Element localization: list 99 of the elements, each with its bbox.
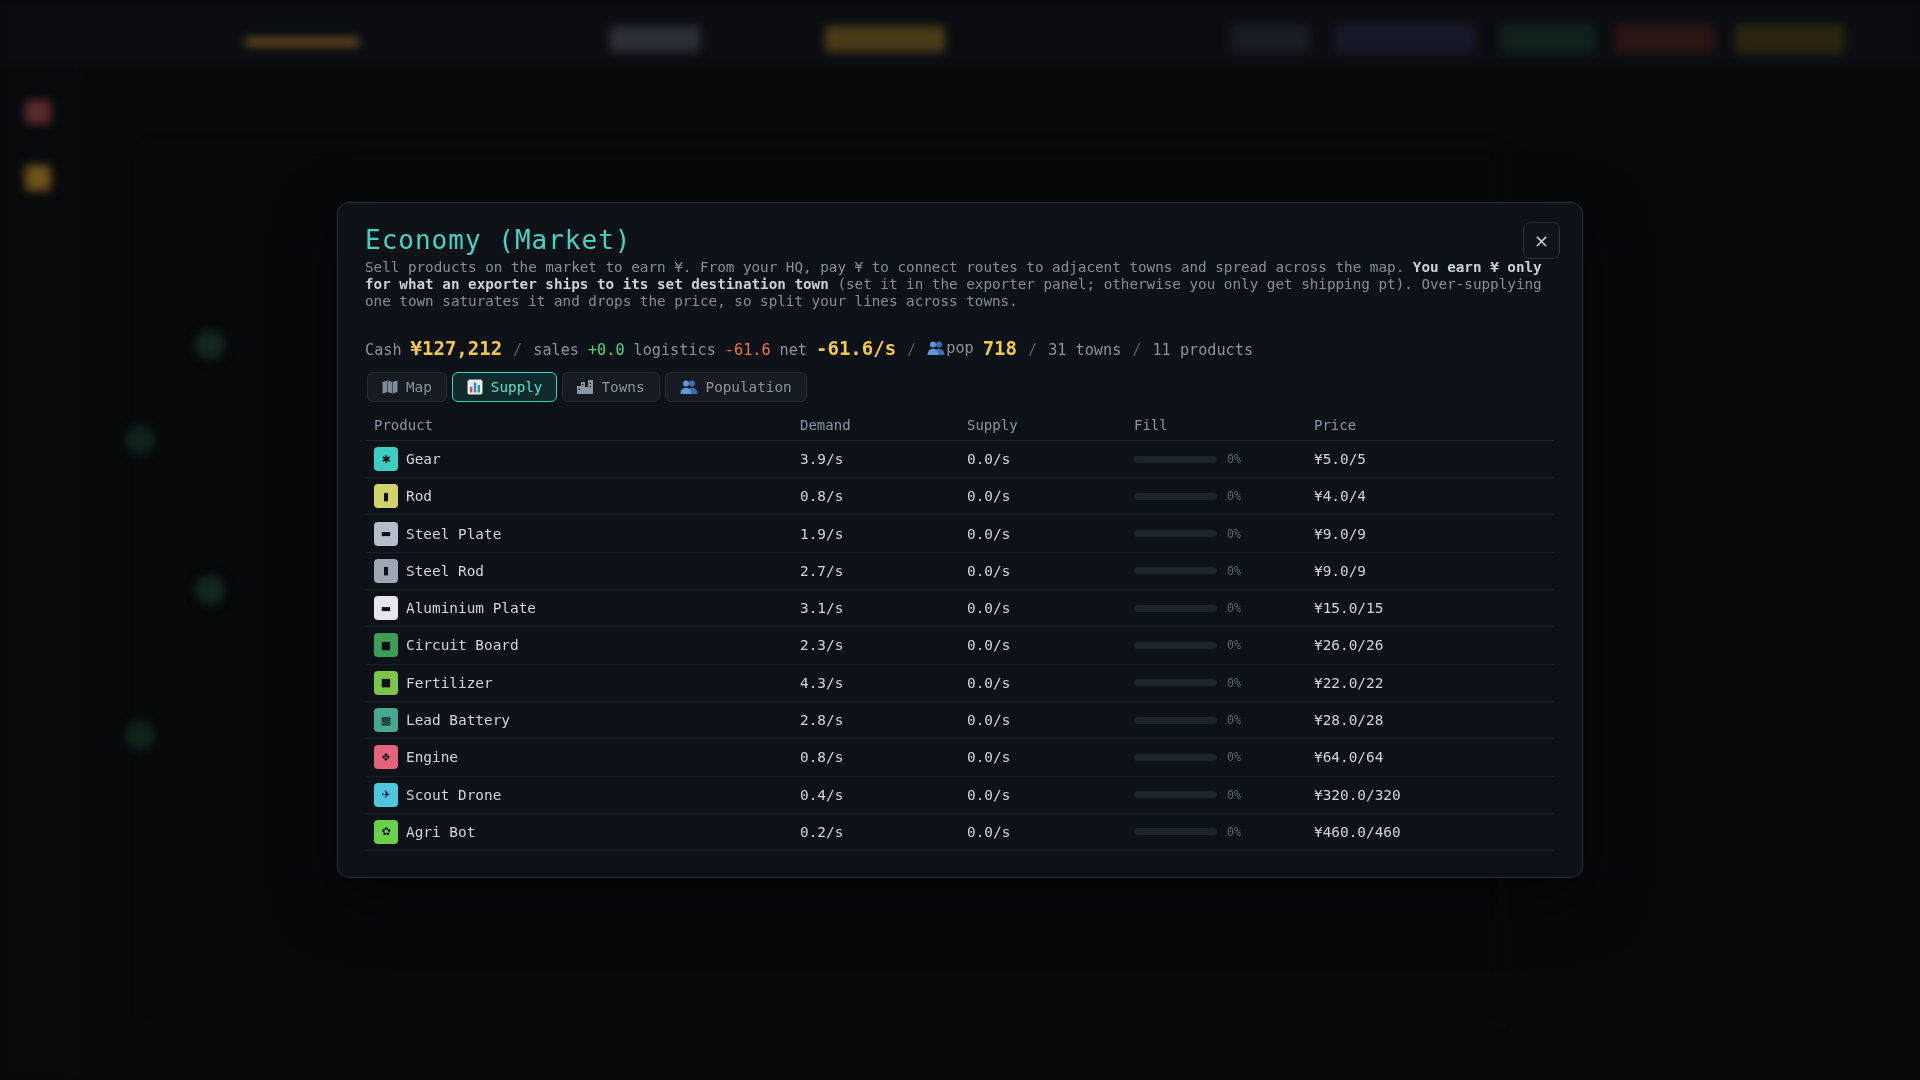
product-name: Steel Plate [406, 525, 502, 542]
supply-cell: 0.0/s [967, 749, 1011, 766]
price-cell: ¥9.0/9 [1314, 562, 1366, 579]
column-header: Price [1313, 416, 1358, 433]
fill-percent: 0% [1227, 563, 1241, 578]
tab[interactable]: Map [367, 371, 447, 402]
demand-cell: 1.9/s [800, 525, 844, 542]
supply-cell: 0.0/s [967, 600, 1011, 617]
stat-value: 718 [982, 336, 1017, 359]
stat-label: net [779, 340, 807, 359]
product-icon: ✈ [374, 782, 398, 807]
product-icon: ❖ [374, 745, 398, 770]
product-icon: ✱ [374, 447, 398, 471]
supply-cell: 0.0/s [967, 637, 1011, 654]
fill-percent: 0% [1227, 750, 1241, 765]
product-icon: ■ [374, 670, 398, 695]
tab[interactable]: Supply [451, 371, 558, 402]
fill-percent: 0% [1227, 526, 1241, 541]
demand-cell: 3.9/s [800, 451, 844, 467]
description-text: Sell products on the market to earn ¥. From your HQ, pay ¥ to connect routes to adjacent towns and spread across the map. You earn ¥ only for what an exporter ships to its set destination town (set it in the exporter panel; otherwise you only get shipping pt). Over-supplying one town saturates it and drops the price, so split your lines across towns. [365, 258, 1543, 310]
supply-cell: 0.0/s [967, 786, 1011, 803]
price-cell: ¥64.0/64 [1314, 749, 1384, 766]
supply-cell: 0.0/s [967, 712, 1011, 729]
city-buildings-icon [577, 379, 594, 394]
price-cell: ¥26.0/26 [1314, 637, 1384, 654]
product-name: Scout Drone [406, 786, 502, 803]
separator-slash: / [512, 340, 524, 359]
product-icon: ▮ [374, 484, 398, 509]
demand-cell: 3.1/s [800, 600, 844, 617]
stat-label: 31 towns [1048, 340, 1122, 359]
people-icon [927, 340, 946, 355]
separator-slash: / [906, 340, 918, 359]
separator-slash: / [1027, 340, 1039, 359]
product-name: Engine [406, 749, 458, 766]
fill-percent: 0% [1227, 787, 1241, 802]
fill-percent: 0% [1227, 713, 1241, 728]
price-cell: ¥22.0/22 [1314, 674, 1384, 691]
stat-label: pop [946, 338, 974, 357]
demand-cell: 0.2/s [800, 823, 844, 840]
tab[interactable]: Towns [562, 371, 660, 402]
fill-percent: 0% [1227, 601, 1241, 616]
demand-cell: 0.8/s [800, 488, 844, 505]
product-name: Circuit Board [406, 637, 519, 654]
product-icon: ▬ [374, 521, 398, 546]
product-name: Fertilizer [406, 674, 493, 691]
map-icon [382, 379, 398, 394]
supply-cell: 0.0/s [967, 525, 1011, 542]
price-cell: ¥28.0/28 [1314, 712, 1384, 729]
demand-cell: 0.8/s [800, 749, 844, 766]
stat-value: -61.6/s [816, 336, 897, 359]
bar-chart-icon [466, 378, 483, 395]
price-cell: ¥320.0/320 [1314, 786, 1401, 803]
fill-percent: 0% [1227, 675, 1241, 690]
price-cell: ¥460.0/460 [1314, 823, 1401, 840]
column-header: Product [373, 416, 434, 433]
product-name: Aluminium Plate [406, 600, 536, 617]
demand-cell: 2.8/s [800, 712, 844, 729]
fill-percent: 0% [1227, 489, 1241, 504]
stat-value: +0.0 [587, 340, 625, 359]
people-icon [679, 379, 698, 394]
supply-cell: 0.0/s [967, 674, 1011, 691]
demand-cell: 2.3/s [800, 637, 844, 654]
column-header: Fill [1133, 416, 1169, 433]
stat-value: -61.6 [724, 340, 771, 359]
demand-cell: 4.3/s [800, 674, 844, 691]
stat-label: 11 products [1152, 340, 1254, 359]
column-header: Demand [799, 416, 852, 433]
stat-label: logistics [633, 340, 716, 359]
supply-cell: 0.0/s [967, 823, 1011, 840]
tab[interactable]: Population [664, 371, 807, 402]
product-name: Rod [406, 488, 432, 505]
price-cell: ¥5.0/5 [1314, 451, 1366, 467]
product-icon: ▮ [374, 558, 398, 583]
product-name: Steel Rod [406, 562, 484, 579]
price-cell: ¥4.0/4 [1314, 488, 1366, 505]
stat-label: sales [533, 340, 579, 359]
product-icon: ✿ [374, 819, 398, 844]
product-icon: ▬ [374, 596, 398, 621]
supply-cell: 0.0/s [967, 562, 1011, 579]
price-cell: ¥9.0/9 [1314, 525, 1366, 542]
separator-slash: / [1131, 340, 1143, 359]
product-icon: ▩ [374, 708, 398, 733]
column-header: Supply [966, 416, 1019, 433]
fill-percent: 0% [1227, 452, 1241, 466]
supply-cell: 0.0/s [967, 488, 1011, 505]
price-cell: ¥15.0/15 [1314, 600, 1384, 617]
stat-label: Cash [365, 340, 402, 359]
product-name: Lead Battery [406, 712, 510, 729]
fill-percent: 0% [1227, 824, 1241, 839]
dialog-title: Economy (Market) [365, 224, 632, 257]
demand-cell: 2.7/s [800, 562, 844, 579]
demand-cell: 0.4/s [800, 786, 844, 803]
product-name: Agri Bot [406, 823, 476, 840]
fill-percent: 0% [1227, 638, 1241, 653]
stat-value: ¥127,212 [410, 336, 503, 359]
product-icon: ■ [374, 633, 398, 658]
product-name: Gear [406, 451, 441, 467]
supply-cell: 0.0/s [967, 451, 1011, 467]
close-button[interactable]: × [1523, 221, 1560, 259]
